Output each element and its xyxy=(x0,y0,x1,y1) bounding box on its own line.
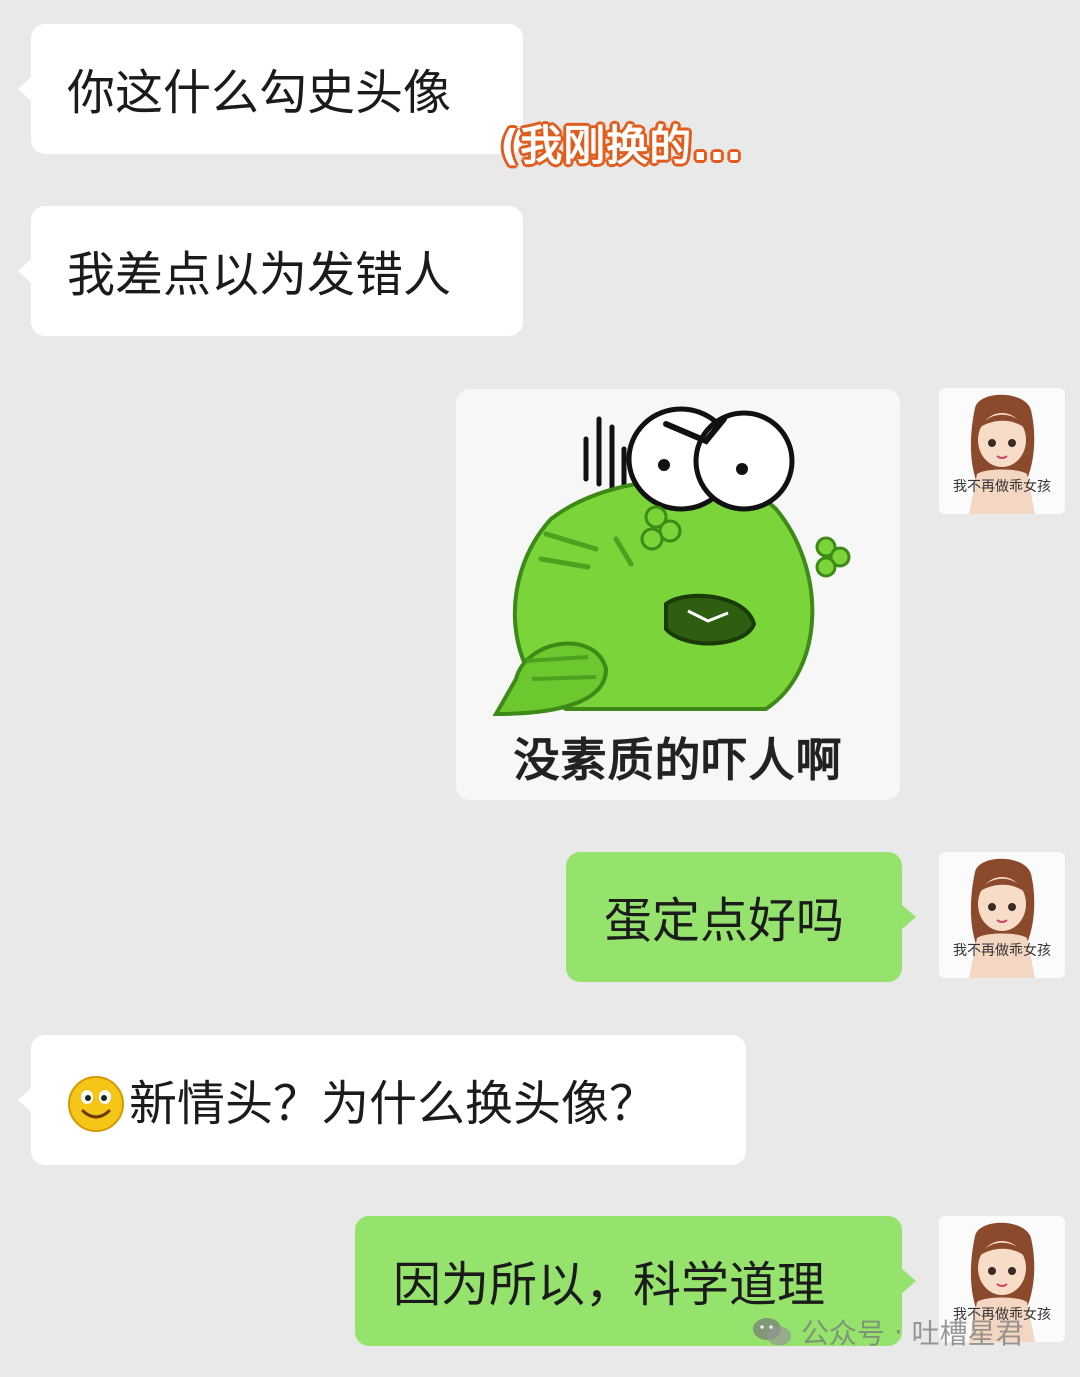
outgoing-message-bubble[interactable]: 蛋定点好吗 xyxy=(566,852,916,982)
message-text: 蛋定点好吗 xyxy=(604,893,845,949)
watermark-prefix: 公众号 xyxy=(800,1317,885,1350)
watermark-separator: · xyxy=(893,1315,903,1349)
avatar[interactable]: 我不再做乖女孩 xyxy=(939,852,1065,978)
message-text: 新情头？为什么换头像？ xyxy=(129,1076,658,1132)
avatar-label: 我不再做乖女孩 xyxy=(953,479,1051,495)
sticker-caption: 没素质的吓人啊 xyxy=(513,733,843,787)
avatar[interactable]: 我不再做乖女孩 xyxy=(939,388,1065,514)
incoming-message-bubble[interactable]: 新情头？为什么换头像？ xyxy=(18,1035,746,1165)
annotation-caption: (我刚换的... xyxy=(500,121,744,170)
watermark: 公众号 · 吐槽星君 xyxy=(752,1312,1024,1356)
incoming-message-bubble[interactable]: 你这什么勾史头像 xyxy=(18,24,523,154)
watermark-account: 吐槽星君 xyxy=(911,1317,1024,1350)
incoming-message-bubble[interactable]: 我差点以为发错人 xyxy=(18,206,523,336)
smiley-emoji-icon xyxy=(68,1076,124,1132)
avatar-label: 我不再做乖女孩 xyxy=(953,943,1051,959)
message-text: 我差点以为发错人 xyxy=(67,247,452,303)
message-text: 你这什么勾史头像 xyxy=(67,65,452,121)
message-text: 因为所以，科学道理 xyxy=(393,1257,826,1313)
wechat-icon xyxy=(753,1318,791,1346)
